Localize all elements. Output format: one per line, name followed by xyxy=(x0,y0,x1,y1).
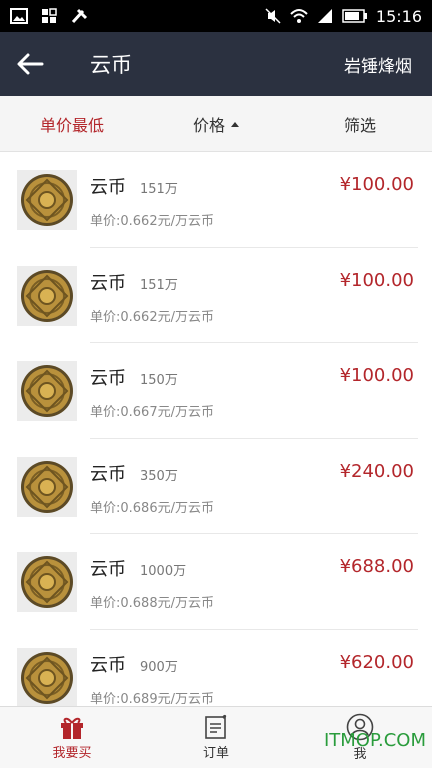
coin-icon xyxy=(21,365,73,417)
listing-unit-price: 单价:0.662元/万云币 xyxy=(90,309,214,325)
server-name[interactable]: 岩锤烽烟 xyxy=(344,52,412,77)
listing-price: ¥620.00 xyxy=(339,651,414,673)
listing-amount: 150万 xyxy=(140,373,178,388)
listing-name: 云币 xyxy=(90,654,126,676)
listing-name: 云币 xyxy=(90,368,126,389)
listing-name: 云币 xyxy=(90,463,126,485)
listing-unit-price: 单价:0.689元/万云币 xyxy=(90,691,214,707)
mute-icon xyxy=(265,8,281,24)
coin-thumbnail xyxy=(17,456,77,517)
app-grid-icon xyxy=(42,8,57,23)
nav-orders-label: 订单 xyxy=(202,746,229,761)
listing-unit-price: 单价:0.686元/万云币 xyxy=(90,500,214,516)
list-item[interactable]: 云币 900万 单价:0.689元/万云币 ¥620.00 xyxy=(0,630,432,707)
listing-list: 云币 151万 单价:0.662元/万云币 ¥100.00 云币 151万 单价… xyxy=(0,152,432,706)
listing-price: ¥688.00 xyxy=(339,556,414,577)
listing-amount: 1000万 xyxy=(140,564,187,579)
listing-unit-price: 单价:0.667元/万云币 xyxy=(90,405,214,420)
sort-bar: 单价最低 价格 筛选 xyxy=(0,96,432,152)
list-item[interactable]: 云币 151万 单价:0.662元/万云币 ¥100.00 xyxy=(0,152,432,248)
sort-price[interactable]: 价格 xyxy=(144,112,288,136)
coin-icon xyxy=(21,556,73,608)
sort-lowest-unit-price-label: 单价最低 xyxy=(39,115,104,135)
listing-unit-price: 单价:0.688元/万云币 xyxy=(90,596,214,611)
signal-icon xyxy=(317,9,332,23)
filter-button[interactable]: 筛选 xyxy=(288,112,432,136)
nav-buy[interactable]: 我要买 xyxy=(0,707,144,768)
title-bar: 云币 岩锤烽烟 xyxy=(0,32,432,96)
listing-price: ¥240.00 xyxy=(339,460,414,482)
coin-thumbnail xyxy=(17,361,77,421)
listing-name: 云币 xyxy=(90,559,126,580)
coin-thumbnail xyxy=(17,265,77,326)
coin-icon xyxy=(21,174,73,226)
listing-name: 云币 xyxy=(90,272,126,294)
listing-amount: 151万 xyxy=(140,182,178,197)
listing-amount: 900万 xyxy=(140,659,178,675)
back-button[interactable] xyxy=(0,32,60,96)
coin-thumbnail xyxy=(17,170,77,230)
list-item[interactable]: 云币 151万 单价:0.662元/万云币 ¥100.00 xyxy=(0,248,432,343)
clock: 15:16 xyxy=(375,6,422,26)
filter-label: 筛选 xyxy=(343,115,376,135)
coin-thumbnail xyxy=(17,552,77,612)
list-item[interactable]: 云币 350万 单价:0.686元/万云币 ¥240.00 xyxy=(0,439,432,534)
nav-buy-label: 我要买 xyxy=(52,746,92,761)
page-title: 云币 xyxy=(90,53,132,77)
coin-icon xyxy=(21,651,73,704)
listing-unit-price: 单价:0.662元/万云币 xyxy=(90,214,214,229)
coin-icon xyxy=(21,460,73,513)
coin-icon xyxy=(21,269,73,322)
listing-amount: 350万 xyxy=(140,468,178,484)
order-list-icon xyxy=(205,714,227,739)
caret-up-icon xyxy=(231,121,239,127)
tools-icon xyxy=(71,8,88,24)
listing-price: ¥100.00 xyxy=(339,269,414,291)
sort-lowest-unit-price[interactable]: 单价最低 xyxy=(0,112,144,136)
list-item[interactable]: 云币 150万 单价:0.667元/万云币 ¥100.00 xyxy=(0,343,432,439)
sort-price-label: 价格 xyxy=(192,115,225,135)
watermark: ITMOP.COM xyxy=(323,730,426,751)
status-bar: 15:16 xyxy=(0,0,432,32)
listing-price: ¥100.00 xyxy=(339,365,414,386)
listing-name: 云币 xyxy=(90,177,126,198)
listing-price: ¥100.00 xyxy=(339,174,414,195)
image-notification-icon xyxy=(10,8,28,24)
list-item[interactable]: 云币 1000万 单价:0.688元/万云币 ¥688.00 xyxy=(0,534,432,630)
listing-amount: 151万 xyxy=(140,277,178,293)
arrow-left-icon xyxy=(17,53,44,75)
wifi-icon xyxy=(290,9,308,23)
nav-orders[interactable]: 订单 xyxy=(144,707,288,768)
battery-icon xyxy=(342,9,367,23)
coin-thumbnail xyxy=(17,647,77,706)
gift-icon xyxy=(61,717,83,739)
